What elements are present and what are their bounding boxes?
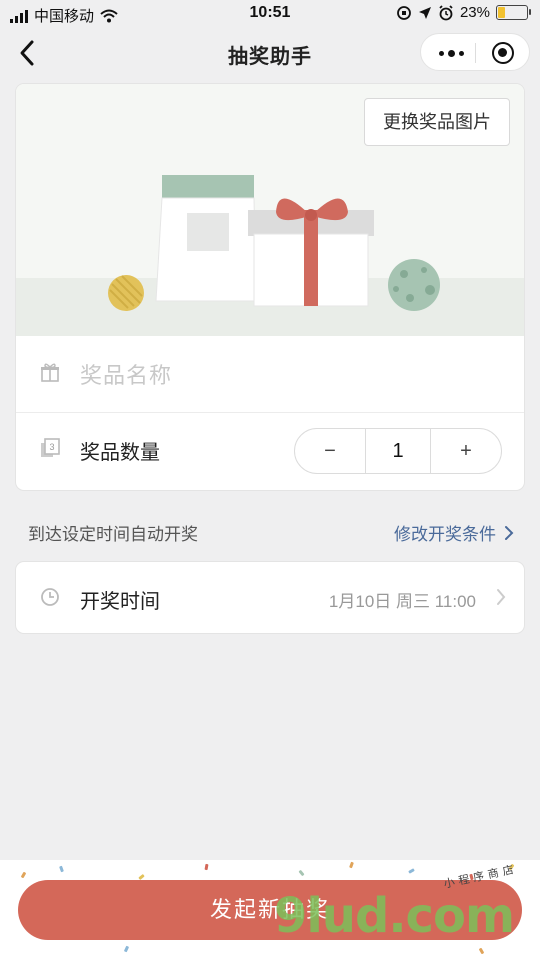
decrease-button[interactable]: − (295, 429, 366, 473)
svg-text:3: 3 (49, 442, 54, 452)
change-prize-image-button[interactable]: 更换奖品图片 (364, 98, 510, 146)
quantity-value[interactable]: 1 (365, 429, 431, 473)
draw-time-label: 开奖时间 (80, 591, 160, 613)
chevron-right-icon (505, 525, 514, 540)
mini-program-capsule (420, 33, 530, 71)
quantity-icon: 3 (41, 438, 60, 457)
modify-condition-link[interactable]: 修改开奖条件 (394, 520, 514, 545)
quantity-label: 奖品数量 (80, 442, 160, 464)
gift-icon (41, 363, 59, 382)
modify-condition-label: 修改开奖条件 (394, 525, 496, 544)
chevron-right-icon (497, 589, 506, 605)
clock-icon (41, 588, 59, 606)
close-mini-program-icon[interactable] (492, 42, 514, 64)
draw-time-row[interactable]: 开奖时间 1月10日 周三 11:00 (16, 562, 524, 633)
nav-bar: 抽奖助手 (0, 30, 540, 76)
increase-button[interactable]: + (430, 429, 501, 473)
prize-name-row[interactable]: 奖品名称 (16, 336, 524, 413)
alarm-icon (439, 4, 453, 20)
capsule-divider (475, 43, 476, 63)
battery-icon (496, 5, 531, 20)
prize-name-input[interactable]: 奖品名称 (80, 358, 172, 390)
bottom-action-bar: 发起新抽奖 小程序商店 9lud.com (0, 860, 540, 960)
location-icon (418, 6, 431, 19)
battery-percent: 23% (459, 4, 490, 21)
rotation-lock-icon (397, 5, 411, 20)
prize-image-banner: 更换奖品图片 (16, 84, 524, 336)
prize-card: 更换奖品图片 奖品名称 3 奖品数量 − 1 + (16, 84, 524, 490)
more-icon[interactable] (439, 50, 464, 57)
site-watermark: 9lud.com (273, 888, 515, 944)
status-bar: 中国移动 10:51 23% (0, 0, 540, 30)
draw-condition-text: 到达设定时间自动开奖 (28, 525, 198, 544)
prize-quantity-row: 3 奖品数量 − 1 + (16, 412, 524, 488)
quantity-stepper: − 1 + (294, 428, 502, 474)
draw-time-value: 1月10日 周三 11:00 (328, 592, 476, 611)
